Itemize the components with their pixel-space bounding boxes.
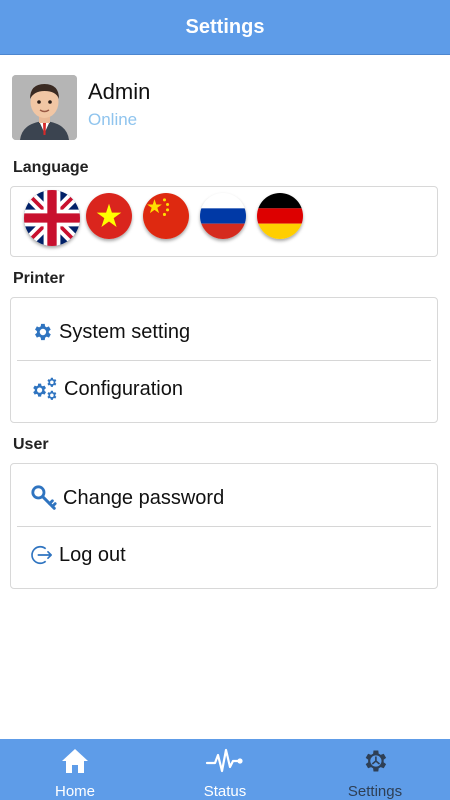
user-card: Change password Log out [10, 463, 438, 589]
log-out-label: Log out [59, 543, 126, 566]
home-icon [60, 747, 90, 780]
change-password-label: Change password [63, 486, 225, 509]
change-password-item[interactable]: Change password [17, 470, 431, 526]
system-setting-item[interactable]: System setting [17, 304, 431, 360]
key-icon [29, 485, 59, 511]
germany-flag-icon[interactable] [257, 193, 303, 239]
tab-settings-label: Settings [347, 783, 403, 800]
printer-card: System setting Configuration [10, 297, 438, 423]
avatar [12, 75, 77, 140]
tab-status[interactable]: Status [150, 739, 300, 800]
tab-home-label: Home [54, 783, 95, 800]
bottom-tab-bar: Home Status Settings [0, 739, 450, 800]
gear-icon [29, 319, 55, 345]
user-section-label: User [13, 436, 49, 453]
log-out-item[interactable]: Log out [17, 526, 431, 583]
vietnam-flag-icon[interactable] [86, 193, 132, 239]
user-profile: Admin Online [12, 75, 432, 141]
language-card [10, 186, 438, 257]
uk-flag-icon[interactable] [24, 190, 80, 246]
pulse-icon [205, 747, 245, 780]
page-title: Settings [185, 16, 265, 38]
page-header: Settings [0, 0, 450, 55]
tab-status-label: Status [203, 783, 247, 800]
china-flag-icon[interactable] [143, 193, 189, 239]
configuration-label: Configuration [64, 377, 183, 400]
settings-icon [361, 747, 389, 780]
gears-icon [29, 376, 61, 402]
language-flags [11, 187, 437, 246]
configuration-item[interactable]: Configuration [17, 360, 431, 417]
system-setting-label: System setting [59, 320, 191, 343]
online-status: Online [88, 110, 138, 129]
tab-settings[interactable]: Settings [300, 739, 450, 800]
username: Admin [88, 79, 151, 104]
printer-section-label: Printer [13, 270, 65, 287]
logout-icon [29, 542, 55, 568]
russia-flag-icon[interactable] [200, 193, 246, 239]
tab-home[interactable]: Home [0, 739, 150, 800]
language-section-label: Language [13, 159, 89, 176]
